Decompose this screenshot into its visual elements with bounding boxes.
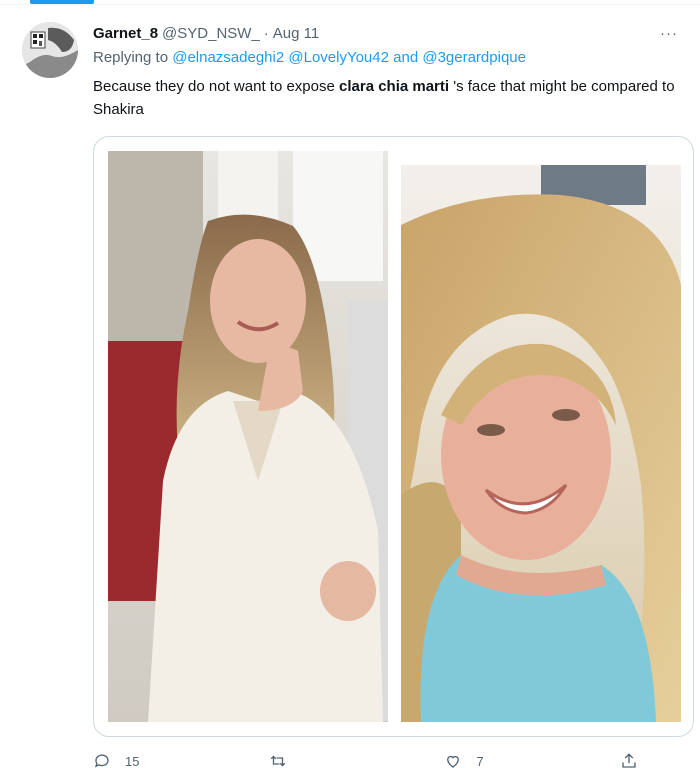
media-container[interactable] [93,136,694,737]
tweet-text-start: Because they do not want to expose [93,78,339,95]
photo-left-image [108,151,388,722]
reply-count: 15 [125,753,140,768]
avatar[interactable] [22,22,78,78]
display-name[interactable]: Garnet_8 [93,25,158,42]
retweet-button[interactable] [269,752,399,768]
speech-bubble-icon [94,754,109,768]
tweet-text-bold: clara chia marti [339,78,450,95]
separator: · [263,24,269,42]
share-icon [622,753,636,768]
like-button[interactable]: 7 [444,752,574,768]
retweet-icon [270,755,285,767]
photo-right[interactable] [401,165,681,722]
tweet-header: Garnet_8 @SYD_NSW_ · Aug 11 ··· [93,22,680,44]
divider [0,4,700,5]
ellipsis-icon[interactable]: ··· [658,22,680,44]
share-button[interactable] [620,752,660,768]
user-handle[interactable]: @SYD_NSW_ [162,25,260,42]
photo-right-image [401,165,681,722]
tweet-text: Because they do not want to expose clara… [93,75,693,121]
photo-left[interactable] [108,151,388,722]
mention-conjunction[interactable]: and [393,49,418,66]
mention-link[interactable]: @LovelyYou42 [288,49,389,66]
mention-link[interactable]: @elnazsadeghi2 [172,49,284,66]
replying-prefix: Replying to [93,49,169,66]
action-bar: 15 7 [93,750,660,768]
heart-icon [447,755,460,768]
replying-to-line: Replying to @elnazsadeghi2 @LovelyYou42 … [93,49,526,66]
mention-link[interactable]: @3gerardpique [422,49,526,66]
avatar-image [22,22,78,78]
reply-button[interactable]: 15 [93,752,223,768]
tweet-date[interactable]: Aug 11 [273,25,319,42]
like-count: 7 [476,753,484,768]
